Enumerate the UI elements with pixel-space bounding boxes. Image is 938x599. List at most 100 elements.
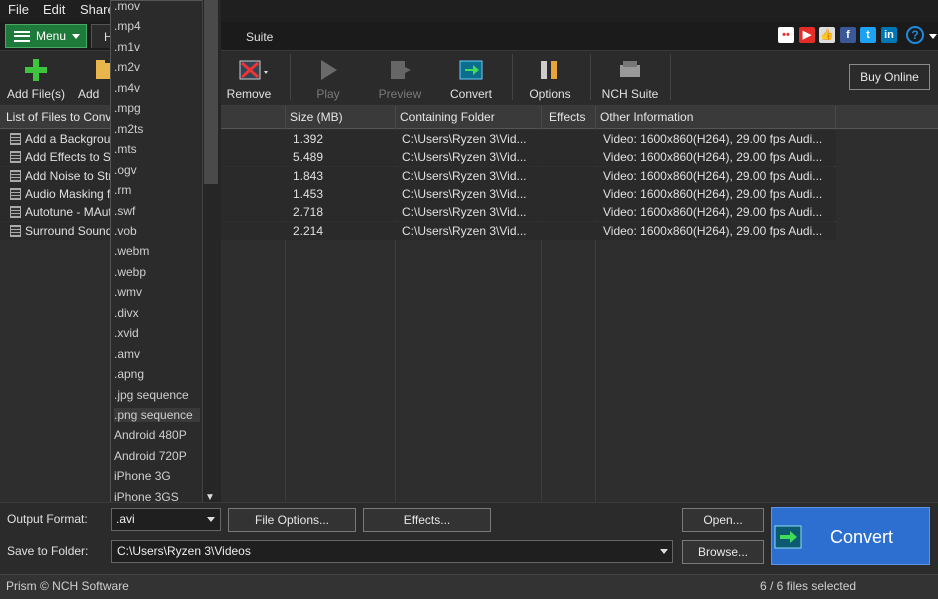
format-option[interactable]: .ogv — [114, 163, 200, 177]
format-option[interactable]: .mts — [114, 142, 200, 156]
format-option[interactable]: .png sequence — [114, 408, 200, 422]
row-size: 2.214 — [293, 224, 324, 238]
row-info: Video: 1600x860(H264), 29.00 fps Audi... — [603, 150, 823, 164]
format-option[interactable]: .m2ts — [114, 122, 200, 136]
video-file-icon — [10, 206, 21, 218]
row-info: Video: 1600x860(H264), 29.00 fps Audi... — [603, 169, 823, 183]
preview-button[interactable]: Preview — [374, 55, 426, 103]
open-button[interactable]: Open... — [682, 508, 764, 532]
play-icon — [315, 57, 341, 83]
flickr-icon[interactable]: •• — [778, 27, 794, 43]
format-option[interactable]: .mpg — [114, 101, 200, 115]
row-folder: C:\Users\Ryzen 3\Vid... — [402, 132, 527, 146]
facebook-icon[interactable]: f — [840, 27, 856, 43]
file-options-button[interactable]: File Options... — [228, 508, 356, 532]
format-option[interactable]: .amv — [114, 347, 200, 361]
save-folder-input[interactable]: C:\Users\Ryzen 3\Videos — [111, 540, 673, 563]
chevron-down-icon — [207, 517, 215, 522]
format-option[interactable]: .m1v — [114, 40, 200, 54]
row-info: Video: 1600x860(H264), 29.00 fps Audi... — [603, 224, 823, 238]
format-option[interactable]: .mp4 — [114, 19, 200, 33]
buy-online-button[interactable]: Buy Online — [849, 64, 930, 90]
format-option[interactable]: .m2v — [114, 60, 200, 74]
toolbar-separator — [590, 54, 591, 100]
linkedin-icon[interactable]: in — [881, 27, 897, 43]
header-folder[interactable]: Containing Folder — [400, 110, 495, 124]
remove-icon — [236, 57, 268, 83]
row-filename: Audio Masking fo — [25, 187, 113, 201]
format-option[interactable]: .webp — [114, 265, 200, 279]
convert-toolbar-label: Convert — [449, 87, 493, 101]
format-option[interactable]: .wmv — [114, 285, 200, 299]
row-filename: Add Effects to S — [25, 150, 111, 164]
row-filename: Add a Backgroun — [25, 132, 113, 146]
output-format-label: Output Format: — [7, 512, 88, 526]
tab-suite[interactable]: Suite — [246, 30, 273, 44]
add-files-label: Add File(s) — [6, 87, 65, 101]
output-format-select[interactable]: .avi — [111, 508, 221, 531]
chevron-down-icon — [72, 33, 81, 39]
status-copyright: Prism © NCH Software — [6, 579, 129, 593]
status-selection-count: 6 / 6 files selected — [760, 579, 857, 593]
like-icon[interactable]: 👍 — [819, 27, 835, 43]
remove-label: Remove — [226, 87, 272, 101]
play-button[interactable]: Play — [305, 55, 351, 103]
format-option[interactable]: .apng — [114, 367, 200, 381]
format-option[interactable]: .swf — [114, 204, 200, 218]
save-to-folder-label: Save to Folder: — [7, 544, 89, 558]
format-option[interactable]: Android 480P — [114, 428, 200, 442]
wrench-icon — [537, 57, 563, 83]
nch-suite-button[interactable]: NCH Suite — [600, 55, 660, 103]
convert-button[interactable]: Convert — [771, 507, 930, 565]
header-info[interactable]: Other Information — [600, 110, 693, 124]
play-label: Play — [316, 87, 340, 101]
twitter-icon[interactable]: t — [860, 27, 876, 43]
main-menu-button[interactable]: Menu — [5, 24, 87, 48]
row-info: Video: 1600x860(H264), 29.00 fps Audi... — [603, 205, 823, 219]
browse-button[interactable]: Browse... — [682, 540, 764, 564]
format-option[interactable]: .vob — [114, 224, 200, 238]
format-option[interactable]: iPhone 3G — [114, 469, 200, 483]
row-filename: Autotune - MAut — [25, 205, 112, 219]
video-file-icon — [10, 151, 21, 163]
options-label: Options — [529, 87, 571, 101]
options-button[interactable]: Options — [526, 55, 574, 103]
video-file-icon — [10, 133, 21, 145]
format-option[interactable]: .jpg sequence — [114, 388, 200, 402]
remove-button[interactable]: Remove — [224, 55, 274, 103]
header-files[interactable]: List of Files to Conve — [6, 110, 114, 124]
format-option[interactable]: .divx — [114, 306, 200, 320]
format-option[interactable]: Android 720P — [114, 449, 200, 463]
row-size: 1.392 — [293, 132, 324, 146]
format-option[interactable]: .webm — [114, 244, 200, 258]
format-option[interactable]: .rm — [114, 183, 200, 197]
main-menu-label: Menu — [36, 29, 67, 43]
hamburger-icon — [14, 30, 30, 42]
header-size[interactable]: Size (MB) — [290, 110, 343, 124]
effects-button[interactable]: Effects... — [363, 508, 491, 532]
convert-toolbar-button[interactable]: Convert — [445, 55, 497, 103]
row-folder: C:\Users\Ryzen 3\Vid... — [402, 224, 527, 238]
add-files-button[interactable]: Add File(s) — [6, 55, 66, 103]
video-file-icon — [10, 225, 21, 237]
save-folder-value: C:\Users\Ryzen 3\Videos — [117, 544, 251, 558]
convert-icon — [774, 525, 802, 554]
format-option[interactable]: .mov — [114, 0, 200, 13]
help-chevron-icon[interactable] — [929, 34, 937, 39]
row-filename: Surround Sound — [25, 224, 113, 238]
format-option[interactable]: .xvid — [114, 326, 200, 340]
format-option[interactable]: .m4v — [114, 81, 200, 95]
convert-icon — [458, 57, 484, 83]
dropdown-scroll-thumb[interactable] — [204, 0, 218, 184]
row-folder: C:\Users\Ryzen 3\Vid... — [402, 150, 527, 164]
video-file-icon — [10, 188, 21, 200]
menu-file[interactable]: File — [8, 2, 29, 17]
row-info: Video: 1600x860(H264), 29.00 fps Audi... — [603, 132, 823, 146]
help-icon[interactable]: ? — [906, 26, 924, 44]
row-folder: C:\Users\Ryzen 3\Vid... — [402, 205, 527, 219]
youtube-icon[interactable]: ▶ — [799, 27, 815, 43]
row-info: Video: 1600x860(H264), 29.00 fps Audi... — [603, 187, 823, 201]
menu-edit[interactable]: Edit — [43, 2, 65, 17]
add-folder-button[interactable]: Add Fo — [78, 55, 112, 103]
header-effects[interactable]: Effects — [549, 110, 585, 124]
